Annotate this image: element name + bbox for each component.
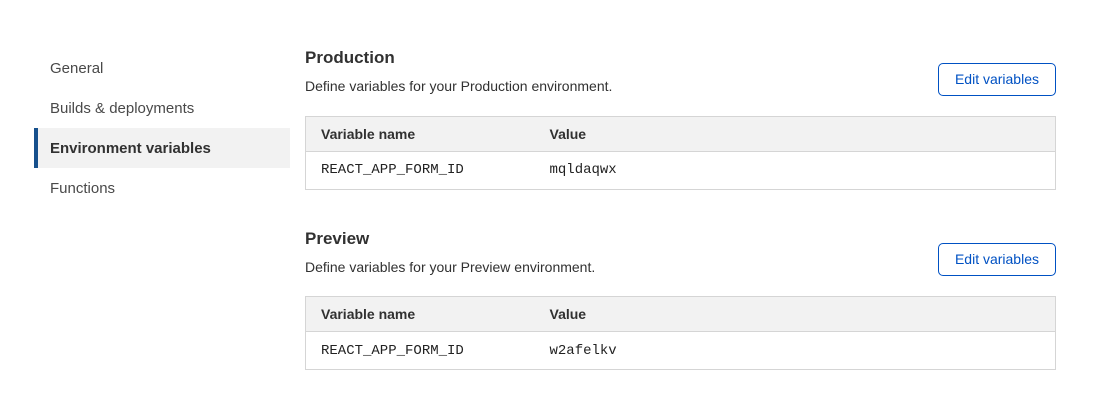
sidebar-item-general[interactable]: General (34, 48, 290, 88)
settings-sidebar: General Builds & deployments Environment… (34, 48, 290, 409)
preview-section: Preview Define variables for your Previe… (305, 229, 1056, 371)
production-title: Production (305, 48, 612, 68)
preview-section-header: Preview Define variables for your Previe… (305, 229, 1056, 277)
table-row: REACT_APP_FORM_ID mqldaqwx (306, 151, 1056, 189)
table-header-row: Variable name Value (306, 297, 1056, 332)
production-variables-table: Variable name Value REACT_APP_FORM_ID mq… (305, 116, 1056, 190)
sidebar-item-label: General (50, 60, 103, 77)
column-header-value: Value (535, 297, 1056, 332)
preview-title: Preview (305, 229, 595, 249)
column-header-variable-name: Variable name (306, 116, 535, 151)
variable-name-cell: REACT_APP_FORM_ID (306, 332, 535, 370)
edit-variables-button-preview[interactable]: Edit variables (938, 243, 1056, 276)
sidebar-item-label: Functions (50, 180, 115, 197)
preview-variables-table: Variable name Value REACT_APP_FORM_ID w2… (305, 296, 1056, 370)
preview-section-text: Preview Define variables for your Previe… (305, 229, 595, 277)
sidebar-item-label: Builds & deployments (50, 100, 194, 117)
sidebar-item-builds-deployments[interactable]: Builds & deployments (34, 88, 290, 128)
variable-value-cell: w2afelkv (535, 332, 1056, 370)
variable-value-cell: mqldaqwx (535, 151, 1056, 189)
production-section-header: Production Define variables for your Pro… (305, 48, 1056, 96)
sidebar-item-label: Environment variables (50, 140, 211, 157)
production-section-text: Production Define variables for your Pro… (305, 48, 612, 96)
sidebar-item-functions[interactable]: Functions (34, 168, 290, 208)
table-row: REACT_APP_FORM_ID w2afelkv (306, 332, 1056, 370)
production-section: Production Define variables for your Pro… (305, 48, 1056, 190)
column-header-variable-name: Variable name (306, 297, 535, 332)
sidebar-item-environment-variables[interactable]: Environment variables (34, 128, 290, 168)
variable-name-cell: REACT_APP_FORM_ID (306, 151, 535, 189)
production-description: Define variables for your Production env… (305, 77, 612, 95)
edit-variables-button-production[interactable]: Edit variables (938, 63, 1056, 96)
environment-variables-panel: Production Define variables for your Pro… (305, 48, 1056, 409)
column-header-value: Value (535, 116, 1056, 151)
table-header-row: Variable name Value (306, 116, 1056, 151)
settings-page: General Builds & deployments Environment… (0, 0, 1100, 409)
preview-description: Define variables for your Preview enviro… (305, 258, 595, 276)
